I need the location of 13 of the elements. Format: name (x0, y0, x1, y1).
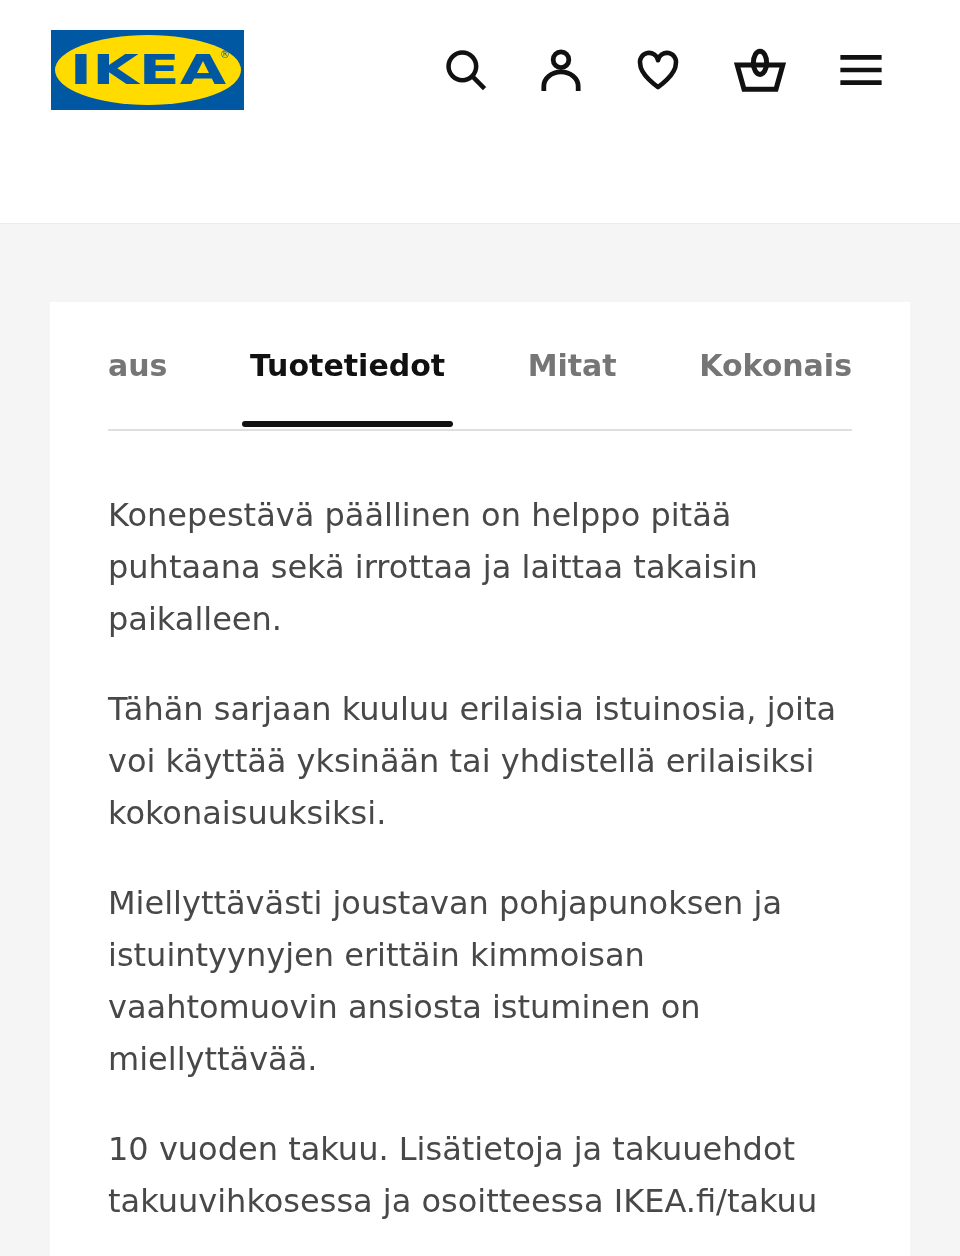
search-icon[interactable] (446, 50, 486, 90)
basket-icon[interactable] (734, 48, 786, 92)
tab[interactable]: Mitat (519, 326, 625, 427)
tab[interactable]: Tuotetiedot (241, 326, 454, 427)
paragraph: Tähän sarjaan kuuluu erilaisia istuinosia, joita voi käyttää yksinään tai yhdistellä erilaisiksi kokonaisuuksiksi. (108, 689, 838, 834)
person-icon[interactable] (540, 49, 582, 91)
heart-icon[interactable] (636, 50, 680, 90)
tab[interactable]: Kokonais (691, 326, 860, 427)
paragraph: Miellyttävästi joustavan pohjapunoksen ja istuintyynyjen erittäin kimmoisan vaahtomuovin ansiosta istuminen on miellyttävää. (108, 883, 783, 1080)
tab[interactable]: aus (100, 326, 176, 427)
menu-icon[interactable] (840, 55, 882, 85)
paragraph: 10 vuoden takuu. Lisätietoja ja takuuehdot takuuvihkosessa ja osoitteessa IKEA.fi/takuu (108, 1129, 819, 1222)
paragraph: Konepestävä päällinen on helppo pitää puhtaana sekä irrottaa ja laittaa takaisin paikalleen. (108, 495, 759, 640)
